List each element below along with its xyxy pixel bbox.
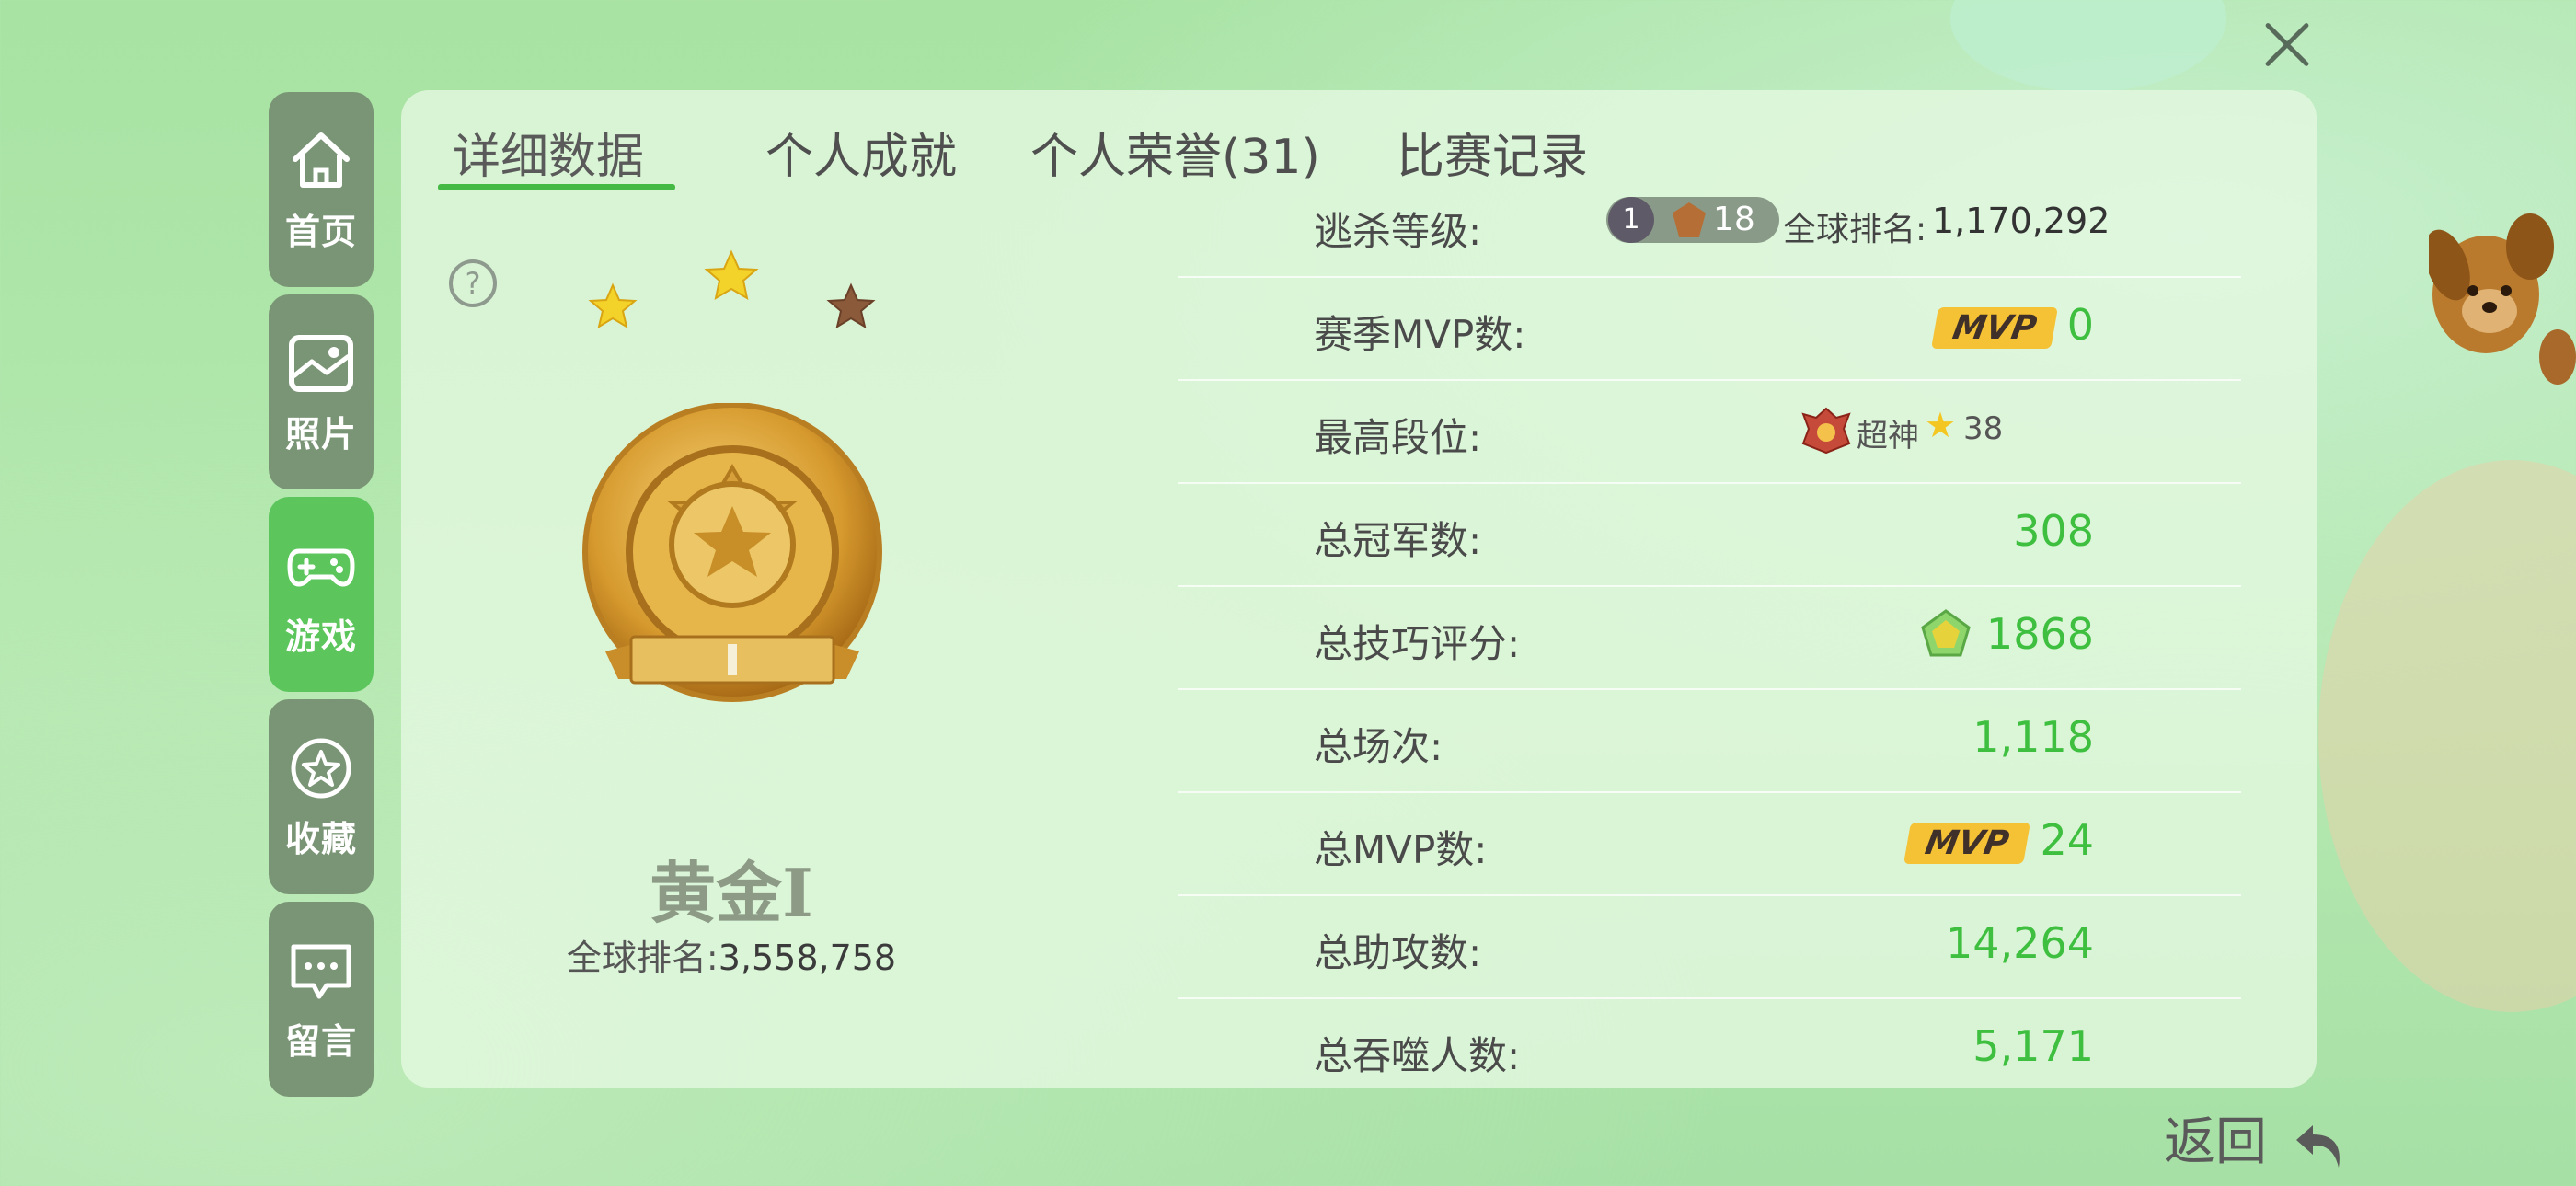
bear-mascot bbox=[2424, 210, 2576, 394]
message-icon bbox=[291, 944, 351, 998]
stat-row-highest-tier: 最高段位: 超神 ★ 38 bbox=[1178, 381, 2241, 484]
background-blob bbox=[1950, 0, 2226, 92]
stat-label: 总吞噬人数: bbox=[1314, 1033, 1521, 1078]
active-tab-indicator bbox=[438, 184, 675, 190]
stat-row-total-devour: 总吞噬人数: 5,171 bbox=[1178, 999, 2241, 1088]
stat-row-escape-level: 逃杀等级: 1 18 全球排名: 1,170,292 bbox=[1178, 175, 2241, 278]
rank-tier-name: 黄金Ⅰ bbox=[650, 854, 813, 932]
rank-global-ranking: 全球排名:3,558,758 bbox=[497, 929, 966, 980]
stat-value: MVP 0 bbox=[1930, 300, 2094, 350]
sidebar-item-label: 照片 bbox=[284, 413, 357, 455]
sidebar-item-home[interactable]: 首页 bbox=[269, 92, 374, 287]
stat-label: 总场次: bbox=[1314, 724, 1443, 769]
tab-achievements[interactable]: 个人成就 bbox=[765, 118, 957, 187]
sidebar-item-label: 收藏 bbox=[284, 818, 357, 859]
global-rank-label: 全球排名: bbox=[566, 938, 719, 978]
rank-stars bbox=[588, 249, 876, 329]
skill-gem-icon bbox=[1921, 609, 1971, 657]
sidebar-item-photos[interactable]: 照片 bbox=[269, 294, 374, 489]
escape-global-value: 1,170,292 bbox=[1932, 201, 2110, 241]
star-filled-icon bbox=[704, 249, 759, 301]
stat-label: 逃杀等级: bbox=[1314, 209, 1482, 254]
back-label: 返回 bbox=[2164, 1112, 2267, 1172]
stat-value: 14,264 bbox=[1946, 918, 2094, 968]
stat-label: 总技巧评分: bbox=[1314, 621, 1521, 666]
stat-value: 1,118 bbox=[1972, 712, 2094, 762]
sidebar-item-messages[interactable]: 留言 bbox=[269, 902, 374, 1097]
tab-detailed-data[interactable]: 详细数据 bbox=[453, 118, 644, 187]
stat-row-total-matches: 总场次: 1,118 bbox=[1178, 690, 2241, 793]
stat-label: 总MVP数: bbox=[1314, 827, 1488, 872]
close-button[interactable] bbox=[2263, 20, 2311, 68]
stat-value: 308 bbox=[2013, 506, 2094, 556]
global-rank-value: 3,558,758 bbox=[718, 938, 897, 978]
escape-level-value: 18 bbox=[1713, 201, 1755, 238]
highest-tier-name: 超神 bbox=[1857, 418, 1919, 455]
star-empty-icon bbox=[826, 282, 876, 329]
sidebar-item-favorites[interactable]: 收藏 bbox=[269, 699, 374, 894]
star-icon: ★ bbox=[1925, 405, 1957, 445]
level-prefix-icon: 1 bbox=[1608, 197, 1654, 243]
stat-label: 总助攻数: bbox=[1314, 930, 1482, 975]
help-icon[interactable]: ? bbox=[449, 259, 497, 307]
stat-row-total-mvp: 总MVP数: MVP 24 bbox=[1178, 793, 2241, 896]
home-icon bbox=[293, 132, 350, 188]
back-arrow-icon bbox=[2295, 1124, 2340, 1168]
star-filled-icon bbox=[588, 282, 638, 329]
stat-row-season-mvp: 赛季MVP数: MVP 0 bbox=[1178, 278, 2241, 381]
highest-tier-stars: 38 bbox=[1963, 410, 2004, 447]
stat-value: 5,171 bbox=[1972, 1021, 2094, 1071]
sidebar-item-label: 首页 bbox=[284, 211, 357, 252]
super-god-tier-icon bbox=[1801, 407, 1851, 455]
stat-row-total-skill: 总技巧评分: 1868 bbox=[1178, 587, 2241, 690]
favorite-icon bbox=[291, 738, 351, 798]
sidebar-item-games[interactable]: 游戏 bbox=[269, 497, 374, 692]
stat-value: MVP 24 bbox=[1903, 815, 2094, 865]
back-button[interactable]: 返回 bbox=[2164, 1100, 2348, 1175]
escape-level-badge: 1 18 bbox=[1606, 197, 1779, 243]
stat-label: 总冠军数: bbox=[1314, 518, 1482, 563]
background-blob bbox=[2318, 460, 2576, 1012]
gamepad-icon bbox=[287, 548, 355, 586]
sidebar-item-label: 留言 bbox=[284, 1020, 357, 1062]
photo-icon bbox=[289, 334, 353, 392]
stat-label: 赛季MVP数: bbox=[1314, 312, 1526, 357]
stat-row-total-assists: 总助攻数: 14,264 bbox=[1178, 896, 2241, 999]
sidebar-item-label: 游戏 bbox=[284, 616, 357, 657]
gold-rank-medal bbox=[582, 403, 882, 702]
mvp-badge: MVP bbox=[1930, 307, 2058, 349]
stat-label: 最高段位: bbox=[1314, 415, 1482, 460]
stat-row-total-champions: 总冠军数: 308 bbox=[1178, 484, 2241, 587]
stat-value: 1868 bbox=[1985, 609, 2094, 659]
escape-global-label: 全球排名: bbox=[1783, 211, 1927, 248]
level-emblem-icon bbox=[1673, 202, 1706, 237]
mvp-badge: MVP bbox=[1903, 823, 2031, 864]
